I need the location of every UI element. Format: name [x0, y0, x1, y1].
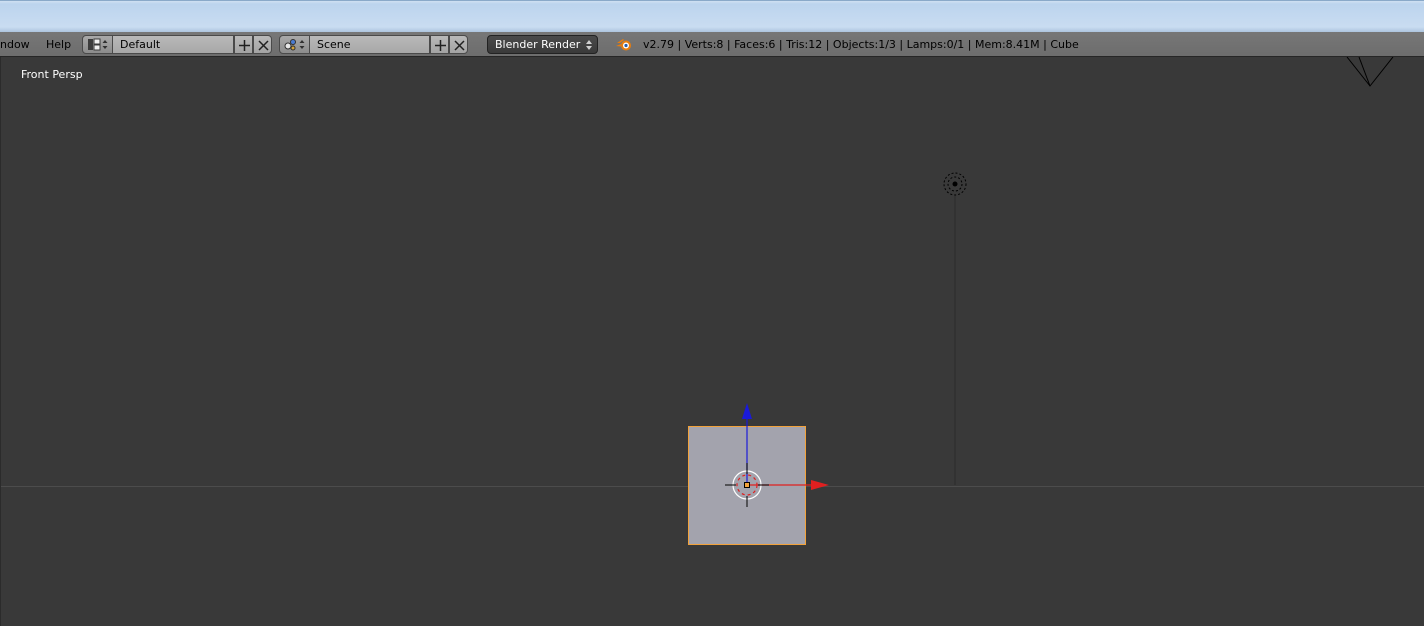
plus-icon	[239, 40, 250, 51]
z-axis-arrow[interactable]	[742, 403, 752, 419]
close-icon	[258, 40, 269, 51]
window-title-bar	[0, 0, 1424, 32]
menu-window[interactable]: ndow	[0, 38, 30, 51]
x-axis-arrow[interactable]	[811, 480, 829, 490]
screen-layout-icon	[88, 38, 108, 51]
delete-screen-layout-button[interactable]	[253, 35, 272, 54]
viewport-scene	[1, 57, 1424, 545]
render-engine-select[interactable]: Blender Render	[487, 35, 598, 54]
lamp-object[interactable]	[943, 172, 967, 485]
screen-layout-dropdown[interactable]	[82, 35, 113, 54]
scene-statistics: v2.79 | Verts:8 | Faces:6 | Tris:12 | Ob…	[643, 38, 1079, 51]
render-engine-label: Blender Render	[495, 38, 581, 51]
screen-layout-name[interactable]: Default	[113, 35, 234, 54]
add-scene-button[interactable]	[430, 35, 449, 54]
scene-icon	[284, 39, 305, 51]
blender-logo-icon	[616, 39, 631, 51]
close-icon	[454, 40, 465, 51]
menu-help[interactable]: Help	[46, 38, 71, 51]
add-screen-layout-button[interactable]	[234, 35, 253, 54]
object-origin	[744, 482, 750, 488]
updown-arrows-icon	[586, 40, 592, 50]
camera-object[interactable]	[1346, 57, 1394, 87]
delete-scene-button[interactable]	[449, 35, 468, 54]
3d-viewport[interactable]: Front Persp	[0, 57, 1424, 626]
info-header: ndow Help Default Scene Blender Render v…	[0, 32, 1424, 57]
plus-icon	[435, 40, 446, 51]
scene-name[interactable]: Scene	[310, 35, 430, 54]
scene-dropdown[interactable]	[279, 35, 310, 54]
